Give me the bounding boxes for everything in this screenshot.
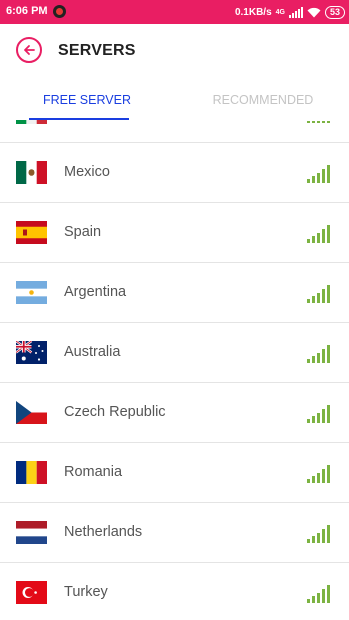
server-row-argentina[interactable]: Argentina (0, 263, 349, 323)
server-country-name: Netherlands (64, 524, 143, 540)
flag-mexico-icon (16, 161, 47, 184)
server-row-romania[interactable]: Romania (0, 443, 349, 503)
signal-strength-icon (307, 345, 330, 363)
flag-spain-icon (16, 221, 47, 244)
server-row-spain[interactable]: Spain (0, 203, 349, 263)
server-country-name: Romania (64, 464, 123, 480)
flag-netherlands-icon (16, 521, 47, 544)
status-time: 6:06 PM (6, 5, 48, 17)
page-title: SERVERS (58, 42, 136, 59)
server-list: Mexico Spain Argentina Australia Czech R… (0, 120, 349, 620)
server-tabs: FREE SERVER RECOMMENDED (0, 80, 349, 120)
server-row-turkey[interactable]: Turkey (0, 563, 349, 620)
server-country-name: Turkey (64, 584, 108, 600)
arrow-left-icon (24, 45, 35, 55)
signal-strength-icon (307, 525, 330, 543)
notification-app-icon (53, 5, 66, 18)
tab-free-server[interactable]: FREE SERVER (20, 80, 154, 120)
battery-icon: 53 (324, 5, 345, 19)
flag-romania-icon (16, 461, 47, 484)
wifi-icon (307, 7, 321, 17)
signal-strength-icon (307, 285, 330, 303)
server-country-name: Czech Republic (64, 404, 166, 420)
app-bar: SERVERS (0, 24, 349, 80)
server-row-mexico[interactable]: Mexico (0, 143, 349, 203)
cell-signal-icon (288, 6, 303, 18)
tab-recommended[interactable]: RECOMMENDED (196, 80, 330, 120)
network-speed: 0.1KB/s (234, 6, 272, 18)
signal-strength-icon (307, 465, 330, 483)
flag-czech-republic-icon (16, 401, 47, 424)
flag-turkey-icon (16, 581, 47, 604)
signal-strength-icon (307, 165, 330, 183)
back-button[interactable] (16, 37, 42, 63)
signal-strength-icon (307, 405, 330, 423)
server-row-czech-republic[interactable]: Czech Republic (0, 383, 349, 443)
server-row-italy[interactable] (0, 120, 349, 143)
server-country-name: Argentina (64, 284, 127, 300)
status-bar: 6:06 PM 0.1KB/s 4G 53 (0, 0, 349, 24)
server-row-australia[interactable]: Australia (0, 323, 349, 383)
signal-strength-icon (307, 120, 330, 123)
network-type-4g-label: 4G (275, 8, 285, 16)
flag-italy-icon (16, 120, 47, 124)
flag-australia-icon (16, 341, 47, 364)
flag-argentina-icon (16, 281, 47, 304)
status-indicators: 0.1KB/s 4G 53 (235, 4, 345, 20)
server-country-name: Spain (64, 224, 102, 240)
server-country-name: Mexico (64, 164, 110, 180)
server-country-name: Australia (64, 344, 121, 360)
signal-strength-icon (307, 585, 330, 603)
server-row-netherlands[interactable]: Netherlands (0, 503, 349, 563)
signal-strength-icon (307, 225, 330, 243)
